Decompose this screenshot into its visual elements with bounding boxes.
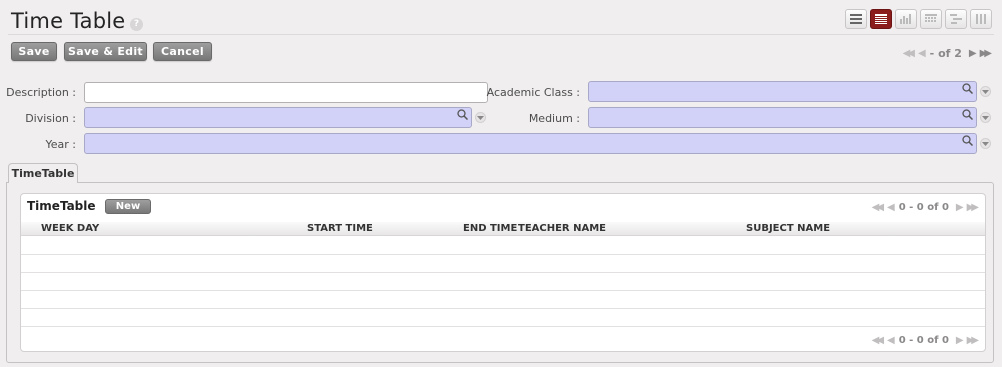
- next-record-icon[interactable]: ▶: [969, 48, 977, 59]
- previous-page-icon[interactable]: ◀: [887, 335, 895, 346]
- record-pager: ◀◀ ◀ - of 2 ▶ ▶▶: [900, 47, 993, 60]
- search-icon[interactable]: [962, 135, 973, 146]
- calendar-view-button[interactable]: [920, 9, 942, 29]
- year-dropdown-icon[interactable]: [980, 138, 991, 149]
- form-view-icon: [875, 13, 887, 24]
- search-icon[interactable]: [962, 83, 973, 94]
- form-view-button[interactable]: [870, 9, 892, 29]
- description-label: Description :: [6, 86, 76, 99]
- last-page-icon[interactable]: ▶▶: [967, 335, 980, 346]
- chevron-down-icon: [982, 141, 989, 146]
- page-title: Time Table: [11, 9, 126, 33]
- search-icon[interactable]: [457, 109, 468, 120]
- table-row: [21, 272, 985, 273]
- grid-header: WEEK DAY START TIME END TIME TEACHER NAM…: [21, 222, 985, 236]
- graph-view-icon: [900, 14, 911, 24]
- previous-page-icon[interactable]: ◀: [887, 202, 895, 213]
- title-divider: [8, 34, 994, 35]
- record-pager-text: - of 2: [929, 47, 962, 60]
- grid-pager-top: ◀◀ ◀ 0 - 0 of 0 ▶ ▶▶: [869, 202, 979, 213]
- save-and-edit-button[interactable]: Save & Edit: [64, 42, 147, 61]
- column-teacher-name[interactable]: TEACHER NAME: [518, 223, 606, 234]
- search-icon[interactable]: [962, 109, 973, 120]
- column-start-time[interactable]: START TIME: [307, 223, 373, 234]
- division-label: Division :: [25, 112, 76, 125]
- grid-title: TimeTable: [27, 199, 96, 213]
- first-record-icon[interactable]: ◀◀: [903, 48, 916, 59]
- academic-class-field[interactable]: [588, 81, 977, 102]
- grid-pager-bottom: ◀◀ ◀ 0 - 0 of 0 ▶ ▶▶: [869, 335, 979, 346]
- column-subject-name[interactable]: SUBJECT NAME: [746, 223, 830, 234]
- gantt-view-button[interactable]: [945, 9, 967, 29]
- kanban-view-icon: [976, 14, 986, 24]
- save-button[interactable]: Save: [11, 42, 57, 61]
- table-row: [21, 290, 985, 291]
- view-switcher: [842, 9, 992, 29]
- kanban-view-button[interactable]: [970, 9, 992, 29]
- last-page-icon[interactable]: ▶▶: [967, 202, 980, 213]
- chevron-down-icon: [982, 89, 989, 94]
- list-view-icon: [850, 14, 862, 24]
- column-week-day[interactable]: WEEK DAY: [41, 223, 99, 234]
- next-page-icon[interactable]: ▶: [956, 335, 964, 346]
- tab-timetable[interactable]: TimeTable: [8, 163, 78, 183]
- help-icon[interactable]: ?: [130, 18, 143, 31]
- grid-pager-text: 0 - 0 of 0: [898, 202, 949, 213]
- graph-view-button[interactable]: [895, 9, 917, 29]
- first-page-icon[interactable]: ◀◀: [872, 335, 885, 346]
- tab-panel: TimeTable New ◀◀ ◀ 0 - 0 of 0 ▶ ▶▶ WEEK …: [6, 182, 994, 363]
- year-field[interactable]: [84, 133, 977, 154]
- academic-class-label: Academic Class :: [486, 86, 580, 99]
- first-page-icon[interactable]: ◀◀: [872, 202, 885, 213]
- new-line-button[interactable]: New: [105, 199, 151, 214]
- previous-record-icon[interactable]: ◀: [918, 48, 926, 59]
- medium-label: Medium :: [528, 112, 580, 125]
- table-row: [21, 308, 985, 309]
- table-row: [21, 254, 985, 255]
- grid-pager-text: 0 - 0 of 0: [898, 335, 949, 346]
- description-input[interactable]: [84, 82, 488, 103]
- year-label: Year :: [45, 138, 77, 151]
- list-view-button[interactable]: [845, 9, 867, 29]
- chevron-down-icon: [982, 115, 989, 120]
- division-field[interactable]: [84, 107, 472, 128]
- gantt-view-icon: [950, 14, 962, 24]
- cancel-button[interactable]: Cancel: [153, 42, 212, 61]
- calendar-view-icon: [925, 14, 937, 22]
- medium-field[interactable]: [588, 107, 977, 128]
- timetable-grid: TimeTable New ◀◀ ◀ 0 - 0 of 0 ▶ ▶▶ WEEK …: [20, 193, 986, 352]
- table-row: [21, 326, 985, 327]
- column-end-time[interactable]: END TIME: [463, 223, 517, 234]
- academic-class-dropdown-icon[interactable]: [980, 86, 991, 97]
- medium-dropdown-icon[interactable]: [980, 112, 991, 123]
- last-record-icon[interactable]: ▶▶: [980, 48, 993, 59]
- next-page-icon[interactable]: ▶: [956, 202, 964, 213]
